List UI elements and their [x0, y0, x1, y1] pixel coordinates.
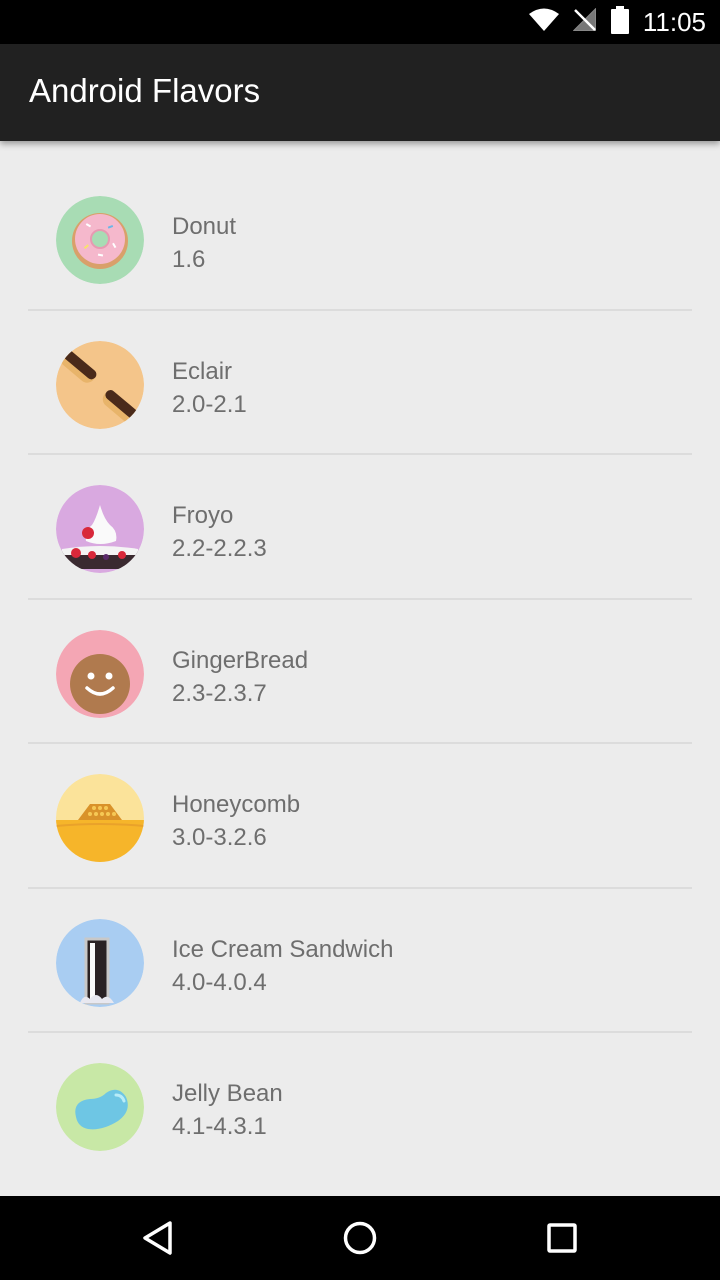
flavor-version: 1.6	[172, 246, 206, 273]
flavor-version: 2.0-2.1	[172, 390, 247, 418]
app-bar: Android Flavors	[0, 44, 720, 141]
back-button[interactable]	[134, 1214, 182, 1262]
battery-icon	[610, 5, 629, 39]
eclair-icon	[56, 340, 144, 429]
status-bar: 11:05	[0, 0, 720, 44]
flavor-name: Jelly Bean	[172, 1080, 283, 1107]
gingerbread-icon	[56, 629, 144, 718]
home-icon	[343, 1221, 377, 1255]
flavor-name: GingerBread	[172, 646, 309, 674]
navigation-bar	[0, 1196, 720, 1280]
flavor-version: 2.2-2.2.3	[172, 535, 267, 562]
flavor-list[interactable]: Donut 1.6 Eclair 2.0-2.1 Froyo 2.2-2.2.3…	[0, 141, 720, 1196]
flavor-name: Ice Cream Sandwich	[172, 935, 394, 963]
wifi-icon	[528, 8, 559, 37]
status-time: 11:05	[642, 6, 706, 37]
app-title: Android Flavors	[29, 72, 261, 109]
list-item[interactable]: Honeycomb 3.0-3.2.6	[0, 744, 720, 889]
list-item[interactable]: Eclair 2.0-2.1	[0, 311, 720, 455]
donut-icon	[56, 196, 144, 284]
list-item[interactable]: Jelly Bean 4.1-4.3.1	[0, 1033, 720, 1178]
list-item[interactable]: Ice Cream Sandwich 4.0-4.0.4	[0, 889, 720, 1033]
ice-cream-sandwich-icon	[56, 918, 144, 1007]
honeycomb-icon	[56, 774, 144, 862]
flavor-version: 2.3-2.3.7	[172, 679, 267, 707]
screen: 11:05 Android Flavors Donut 1.6 Eclair 2…	[0, 0, 720, 1280]
status-icons: 11:05	[528, 0, 706, 44]
recents-icon	[547, 1223, 577, 1253]
list-item[interactable]: GingerBread 2.3-2.3.7	[0, 600, 720, 744]
jelly-bean-icon	[56, 1063, 144, 1151]
back-icon	[143, 1221, 172, 1255]
list-item[interactable]: Donut 1.6	[0, 166, 720, 311]
flavor-version: 3.0-3.2.6	[172, 824, 267, 851]
flavor-name: Eclair	[172, 357, 233, 385]
home-button[interactable]	[336, 1214, 384, 1262]
flavor-name: Donut	[172, 213, 237, 240]
froyo-icon	[56, 485, 144, 573]
no-signal-icon	[572, 7, 597, 37]
flavor-name: Froyo	[172, 502, 234, 529]
flavor-version: 4.0-4.0.4	[172, 968, 267, 996]
list-item[interactable]: Froyo 2.2-2.2.3	[0, 455, 720, 600]
flavor-name: Honeycomb	[172, 791, 301, 818]
flavor-version: 4.1-4.3.1	[172, 1113, 267, 1140]
recents-button[interactable]	[538, 1214, 586, 1262]
